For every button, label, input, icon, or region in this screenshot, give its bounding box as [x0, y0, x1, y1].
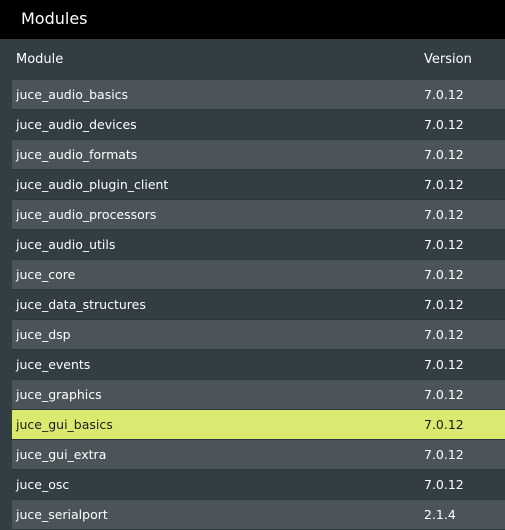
module-name-cell: juce_audio_formats: [16, 147, 138, 162]
module-name-cell: juce_dsp: [16, 327, 71, 342]
table-row[interactable]: juce_events 7.0.12: [12, 350, 505, 380]
modules-table: Module Version juce_audio_basics 7.0.12 ju…: [2, 39, 505, 530]
module-name-cell: juce_serialport: [16, 507, 108, 522]
window-title: Modules: [21, 9, 88, 28]
module-name-cell: juce_audio_processors: [16, 207, 157, 222]
module-name-cell: juce_audio_basics: [16, 87, 129, 102]
module-version-cell: 7.0.12: [424, 357, 464, 372]
table-row[interactable]: juce_audio_processors 7.0.12: [12, 200, 505, 230]
table-row[interactable]: juce_dsp 7.0.12: [12, 320, 505, 350]
column-header-module[interactable]: Module: [16, 52, 63, 68]
module-name-cell: juce_core: [16, 267, 76, 282]
table-row[interactable]: juce_gui_extra 7.0.12: [12, 440, 505, 470]
title-bar: Modules: [0, 0, 505, 39]
module-name-cell: juce_audio_utils: [16, 237, 116, 252]
module-version-cell: 7.0.12: [424, 417, 464, 432]
module-version-cell: 7.0.12: [424, 117, 464, 132]
module-name-cell: juce_audio_devices: [16, 117, 137, 132]
modules-window: Modules Module Version juce_audio_basics…: [0, 0, 505, 530]
table-row[interactable]: juce_audio_plugin_client 7.0.12: [12, 170, 505, 200]
table-row[interactable]: juce_audio_basics 7.0.12: [12, 80, 505, 110]
table-body: juce_audio_basics 7.0.12 juce_audio_device…: [12, 80, 505, 530]
column-header-version[interactable]: Version: [424, 52, 472, 68]
module-name-cell: juce_osc: [16, 477, 70, 492]
module-version-cell: 7.0.12: [424, 297, 464, 312]
table-row[interactable]: juce_core 7.0.12: [12, 260, 505, 290]
module-version-cell: 2.1.4: [424, 507, 456, 522]
module-version-cell: 7.0.12: [424, 147, 464, 162]
module-name-cell: juce_gui_basics: [16, 417, 113, 432]
module-name-cell: juce_audio_plugin_client: [16, 177, 169, 192]
module-version-cell: 7.0.12: [424, 237, 464, 252]
module-version-cell: 7.0.12: [424, 327, 464, 342]
table-row[interactable]: juce_audio_devices 7.0.12: [12, 110, 505, 140]
module-version-cell: 7.0.12: [424, 267, 464, 282]
module-version-cell: 7.0.12: [424, 87, 464, 102]
module-version-cell: 7.0.12: [424, 387, 464, 402]
module-name-cell: juce_graphics: [16, 387, 102, 402]
table-row[interactable]: juce_gui_basics 7.0.12: [12, 410, 505, 440]
table-row[interactable]: juce_audio_formats 7.0.12: [12, 140, 505, 170]
module-name-cell: juce_data_structures: [16, 297, 146, 312]
table-header: Module Version: [2, 39, 505, 78]
module-version-cell: 7.0.12: [424, 447, 464, 462]
module-version-cell: 7.0.12: [424, 477, 464, 492]
table-row[interactable]: juce_osc 7.0.12: [12, 470, 505, 500]
table-row[interactable]: juce_graphics 7.0.12: [12, 380, 505, 410]
table-row[interactable]: juce_data_structures 7.0.12: [12, 290, 505, 320]
module-name-cell: juce_events: [16, 357, 91, 372]
table-row[interactable]: juce_audio_utils 7.0.12: [12, 230, 505, 260]
module-version-cell: 7.0.12: [424, 207, 464, 222]
table-row[interactable]: juce_serialport 2.1.4: [12, 500, 505, 530]
module-name-cell: juce_gui_extra: [16, 447, 107, 462]
module-version-cell: 7.0.12: [424, 177, 464, 192]
